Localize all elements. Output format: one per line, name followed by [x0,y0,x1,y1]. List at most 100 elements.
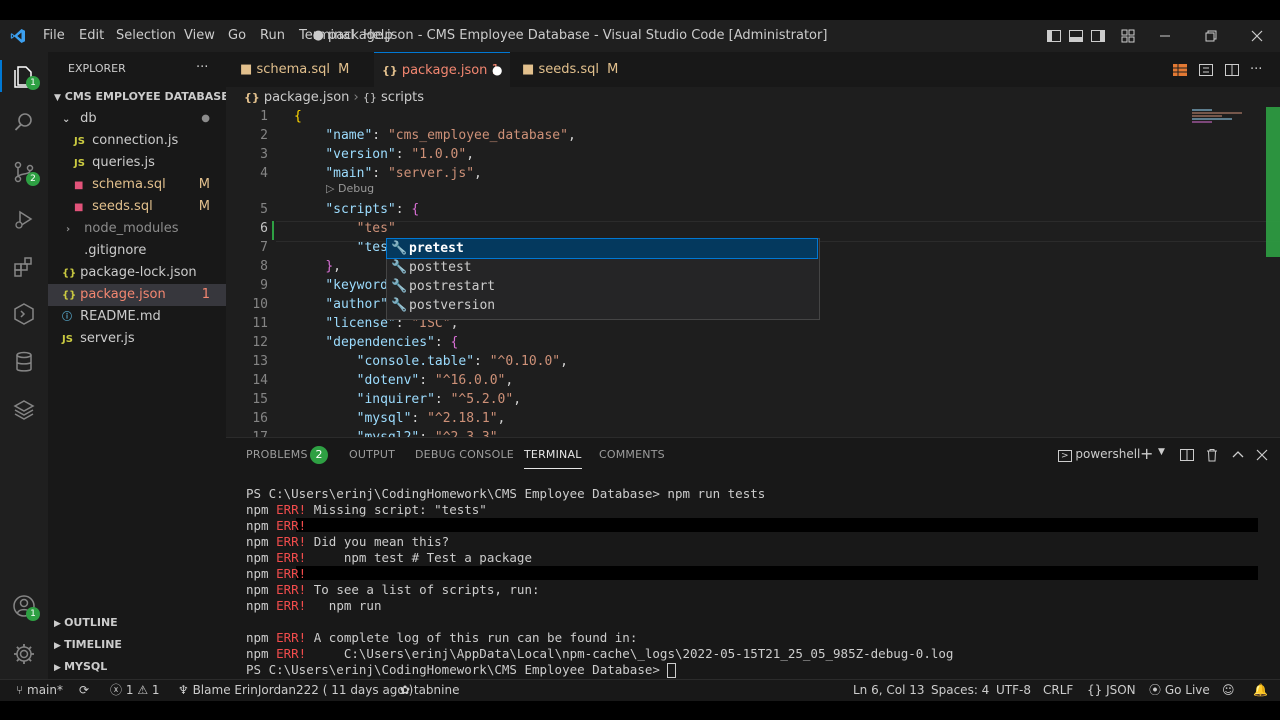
search-icon[interactable] [12,110,36,134]
close-icon[interactable] [1249,28,1265,44]
workspace-root[interactable]: ▼ CMS EMPLOYEE DATABASE [54,86,232,108]
chevron-down-icon: ⌄ [62,114,71,125]
code-line[interactable]: "mysql": "^2.18.1", [294,411,506,426]
tab-comments[interactable]: COMMENTS [599,438,665,472]
file-tree-item[interactable]: › node_modules [66,218,226,240]
indentation[interactable]: Spaces: 4 [931,680,989,701]
code-line[interactable]: "tes [294,240,388,255]
notifications-bell-icon[interactable]: 🔔 [1253,680,1268,701]
tab-output[interactable]: OUTPUT [349,438,395,472]
restore-icon[interactable] [1203,28,1219,44]
settings-gear-icon[interactable] [12,642,36,666]
file-status: ● [201,113,210,124]
code-line[interactable]: "scripts": { [294,202,419,217]
outline-label: OUTLINE [64,616,118,629]
encoding[interactable]: UTF-8 [996,680,1031,701]
preview-table-icon[interactable] [1172,62,1188,78]
tab-terminal[interactable]: TERMINAL [524,438,582,469]
sync-icon[interactable]: ⟳ [79,680,89,701]
database-icon[interactable] [12,350,36,374]
close-panel-icon[interactable] [1254,447,1270,463]
branch-indicator[interactable]: ⑂ main* [16,680,63,701]
blame-indicator[interactable]: ♆ Blame ErinJordan222 ( 11 days ago ) [178,680,413,701]
file-tree-item[interactable]: {} package-lock.json [62,262,226,284]
customize-layout-icon[interactable] [1120,28,1136,44]
broadcast-icon: ⦿ [1149,683,1165,697]
minimize-icon[interactable] [1157,28,1173,44]
scrollbar-marker[interactable] [1266,107,1280,257]
code-line[interactable]: "name": "cms_employee_database", [294,128,575,143]
menu-file[interactable]: File [43,20,65,52]
explorer-more-icon[interactable]: ··· [196,57,216,79]
layers-icon[interactable] [12,398,36,422]
terminal-highlight-bar [296,518,1258,532]
chevron-down-icon[interactable]: ▼ [1158,447,1165,457]
terminal-highlight-bar [296,566,1258,580]
feedback-icon[interactable]: ☺ [1222,680,1235,701]
file-tree-item[interactable]: ⓘ README.md [62,306,226,328]
file-tree-label: queries.js [88,155,155,170]
language-mode[interactable]: {} JSON [1087,680,1136,701]
extensions-icon[interactable] [12,255,36,279]
wrench-icon: 🔧 [391,279,408,294]
run-debug-icon[interactable] [12,207,36,231]
split-editor-icon[interactable] [1224,62,1240,78]
tab-schema[interactable]: ■ schema.sql M [226,52,374,87]
tab-seeds[interactable]: ■ seeds.sql M [510,52,636,87]
section-timeline[interactable]: ▶ TIMELINE [54,634,232,656]
tab-problems[interactable]: PROBLEMS [246,438,308,472]
code-line[interactable]: { [294,109,302,124]
code-line[interactable]: "inquirer": "^5.2.0", [294,392,521,407]
open-changes-icon[interactable] [1198,62,1214,78]
menu-edit[interactable]: Edit [79,20,104,52]
tab-package-json[interactable]: {} package.json 1 ● [374,52,510,88]
code-line[interactable]: "console.table": "^0.10.0", [294,354,568,369]
split-terminal-icon[interactable] [1179,447,1195,463]
maximize-panel-icon[interactable] [1230,447,1246,463]
end-of-line[interactable]: CRLF [1043,680,1073,701]
file-tree-item[interactable]: JS queries.js [74,152,226,174]
code-line[interactable]: "keyword [294,278,388,293]
section-outline[interactable]: ▶ OUTLINE [54,612,232,634]
code-line[interactable]: "author" [294,297,388,312]
terminal-shell-selector[interactable]: > powershell [1058,447,1140,462]
toggle-secondary-sidebar-icon[interactable] [1090,28,1106,44]
suggest-item[interactable]: 🔧 pretest [386,238,818,259]
mysql-label: MYSQL [64,660,108,673]
code-line[interactable]: }, [294,259,341,274]
cursor-position[interactable]: Ln 6, Col 13 [853,680,925,701]
unsaved-dot-icon[interactable]: ● [492,53,502,88]
file-tree-item[interactable]: JS server.js [62,328,226,350]
more-actions-icon[interactable]: ··· [1250,52,1262,87]
suggest-item[interactable]: 🔧 posttest [387,258,817,277]
file-tree-item[interactable]: ■ seeds.sql M [74,196,226,218]
breadcrumb-file[interactable]: package.json [264,90,350,105]
toggle-panel-icon[interactable] [1068,28,1084,44]
problems-indicator[interactable]: ⓧ 1 ⚠ 1 [110,680,160,701]
code-line[interactable]: "dependencies": { [294,335,458,350]
section-mysql[interactable]: ▶ MYSQL [54,656,232,678]
codelens-debug[interactable]: ▷ Debug [326,182,374,195]
suggest-item[interactable]: 🔧 postversion [387,296,817,315]
file-tree-item[interactable]: ⌄ db ● [62,108,226,130]
go-live-button[interactable]: ⦿ Go Live [1149,680,1210,701]
remote-explorer-icon[interactable] [12,302,36,326]
code-line[interactable]: "main": "server.js", [294,166,482,181]
suggest-item[interactable]: 🔧 postrestart [387,277,817,296]
javascript-icon: JS [74,158,85,169]
code-line[interactable]: "version": "1.0.0", [294,147,474,162]
minimap[interactable] [1192,107,1262,137]
tabnine-indicator[interactable]: ✿ tabnine [400,680,459,701]
tab-debug-console[interactable]: DEBUG CONSOLE [415,438,514,472]
new-terminal-icon[interactable]: + [1140,444,1153,463]
breadcrumb-section[interactable]: scripts [381,90,424,105]
code-line[interactable]: "mysql2": "^2.3.3" [294,430,498,437]
file-tree-item[interactable]: JS connection.js [74,130,226,152]
trash-icon[interactable] [1204,447,1220,463]
toggle-sidebar-icon[interactable] [1046,28,1062,44]
branch-label: main* [27,683,63,697]
code-line[interactable]: "dotenv": "^16.0.0", [294,373,514,388]
file-tree-item[interactable]: {} package.json 1 [48,284,226,306]
file-tree-item[interactable]: ■ schema.sql M [74,174,226,196]
file-tree-item[interactable]: .gitignore [66,240,226,262]
